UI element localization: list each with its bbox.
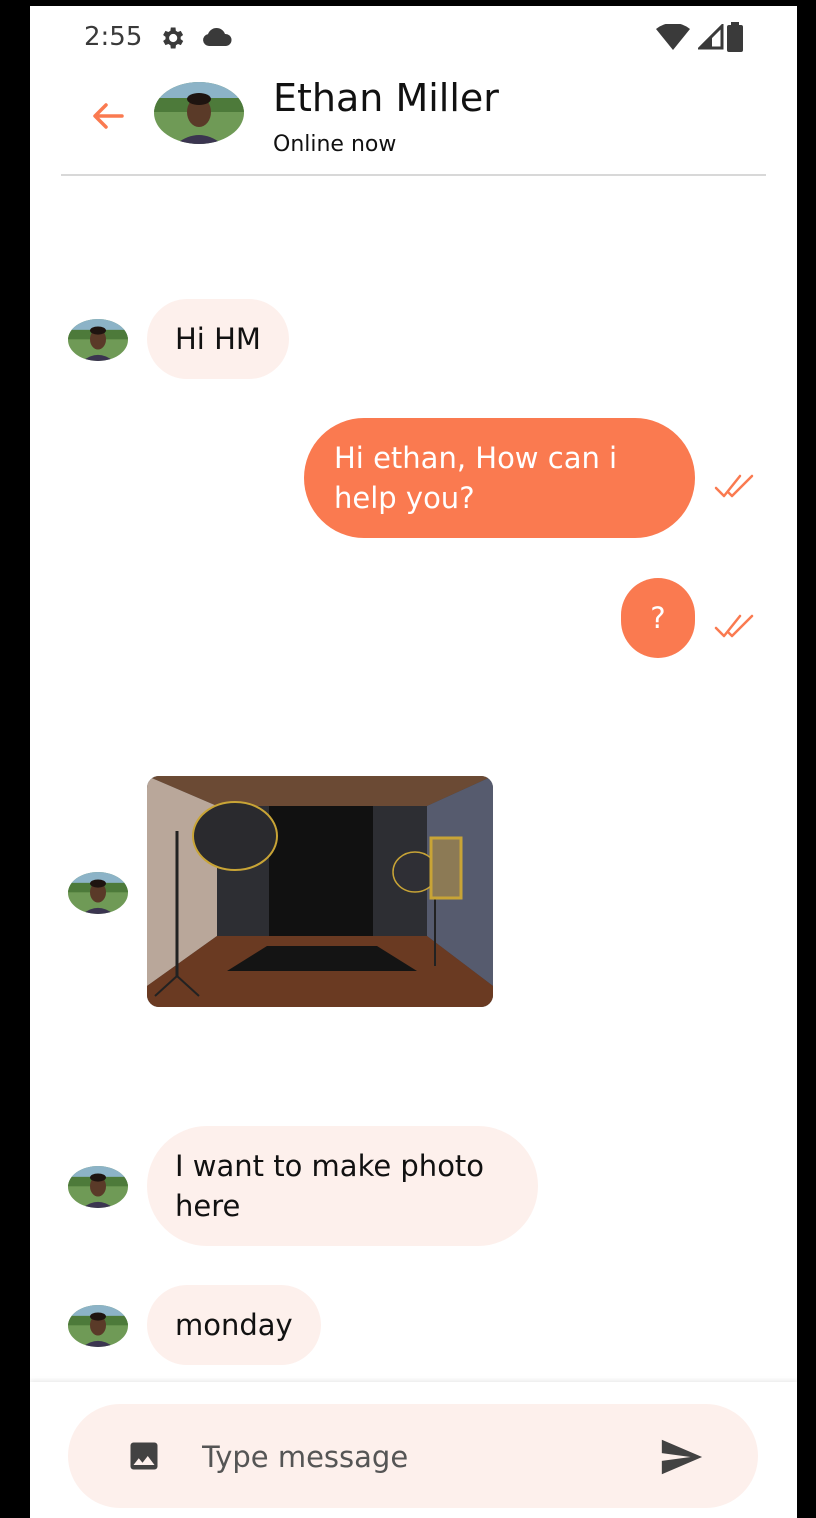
chat-screen: 2:55 Ethan Miller Online now Hi HM Hi et… [30, 6, 797, 1518]
shared-photo[interactable] [147, 776, 493, 1007]
message-text: monday [175, 1308, 293, 1342]
send-icon[interactable] [658, 1434, 704, 1480]
chat-header: Ethan Miller Online now [30, 66, 797, 176]
message-input[interactable] [202, 1434, 632, 1480]
message-text: Hi HM [175, 322, 261, 356]
composer-bar [30, 1382, 797, 1518]
contact-status: Online now [273, 132, 397, 157]
signal-icon [698, 24, 724, 50]
avatar [68, 1166, 128, 1208]
double-check-icon [714, 614, 754, 638]
status-bar: 2:55 [30, 6, 797, 66]
message-bubble-incoming[interactable]: monday [147, 1285, 321, 1365]
avatar [68, 319, 128, 361]
message-text: Hi ethan, How can i help you? [334, 441, 618, 515]
image-icon[interactable] [126, 1438, 162, 1474]
message-bubble-outgoing[interactable]: ? [621, 578, 695, 658]
contact-name: Ethan Miller [273, 76, 499, 120]
composer [68, 1404, 758, 1508]
avatar [68, 872, 128, 914]
message-bubble-outgoing[interactable]: Hi ethan, How can i help you? [304, 418, 695, 538]
message-bubble-incoming[interactable]: I want to make photo here [147, 1126, 538, 1246]
message-text: ? [650, 601, 666, 635]
battery-icon [727, 22, 743, 52]
message-bubble-incoming[interactable]: Hi HM [147, 299, 289, 379]
avatar [68, 1305, 128, 1347]
status-time: 2:55 [84, 22, 143, 52]
double-check-icon [714, 474, 754, 498]
wifi-icon [656, 24, 690, 50]
gear-icon [163, 27, 184, 49]
arrow-left-icon[interactable] [88, 96, 128, 136]
cloud-icon [203, 28, 232, 46]
header-divider [61, 174, 766, 176]
avatar[interactable] [154, 82, 244, 144]
message-text: I want to make photo here [175, 1149, 485, 1223]
